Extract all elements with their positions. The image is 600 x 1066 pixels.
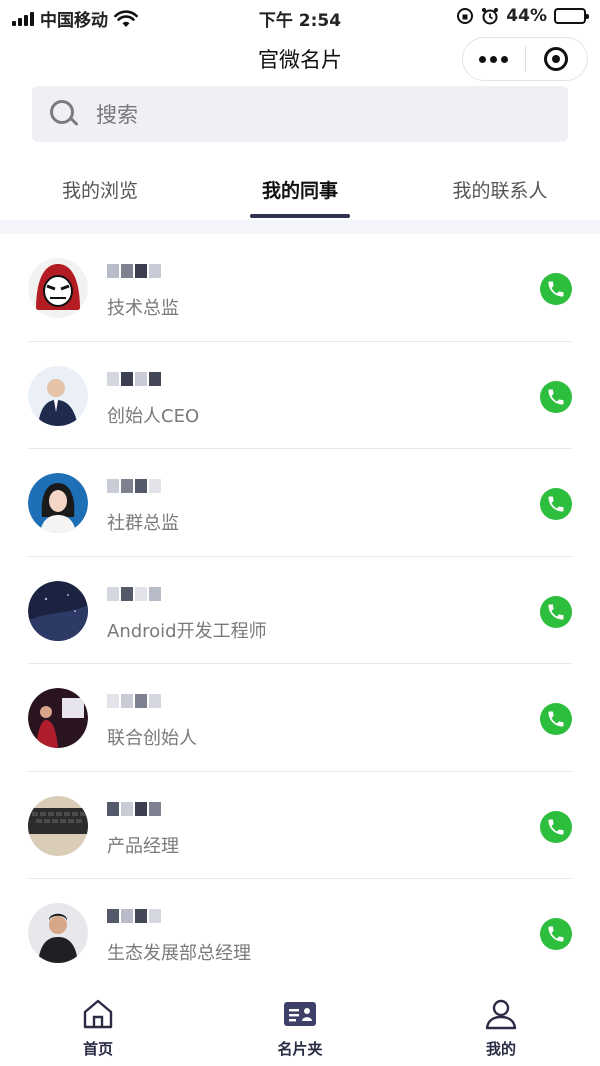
tab-browse[interactable]: 我的浏览: [30, 176, 170, 203]
colleague-title: 生态发展部总经理: [107, 943, 251, 964]
blurred-name: [107, 479, 179, 495]
active-tab-indicator: [250, 214, 350, 218]
blurred-name: [107, 909, 179, 925]
bottom-tab-home[interactable]: 首页: [38, 998, 158, 1059]
card-holder-icon: [284, 1002, 316, 1026]
colleague-row[interactable]: 创始人CEO: [0, 342, 600, 449]
blurred-name: [107, 371, 179, 388]
colleague-row[interactable]: 技术总监: [0, 234, 600, 342]
mini-program-capsule: [462, 37, 588, 81]
bottom-tab-label: 首页: [82, 1040, 113, 1058]
blurred-name: [107, 694, 179, 710]
battery-icon: [554, 8, 589, 24]
battery-percent: 44%: [506, 6, 547, 26]
blurred-name: [107, 801, 179, 818]
user-icon: [485, 999, 517, 1030]
call-button[interactable]: [540, 273, 572, 305]
colleague-title: 创始人CEO: [107, 405, 200, 427]
colleague-row[interactable]: 产品经理: [0, 772, 600, 879]
phone-icon: [548, 711, 564, 727]
status-bar: 中国移动 下午 2:54 44%: [0, 0, 600, 34]
phone-icon: [548, 926, 564, 942]
more-button[interactable]: [463, 55, 525, 63]
colleague-list: 技术总监 创始人CEO 社群总监 Android开发工程师 联合创始人 产品经理…: [0, 234, 600, 987]
phone-icon: [548, 496, 564, 512]
bottom-tab-bar: 首页 名片夹 我的: [0, 986, 600, 1066]
call-button[interactable]: [540, 918, 572, 950]
phone-icon: [548, 281, 564, 297]
orientation-lock-icon: [457, 8, 474, 24]
call-button[interactable]: [540, 488, 572, 520]
colleague-row[interactable]: 联合创始人: [0, 664, 600, 772]
bottom-tab-card-holder[interactable]: 名片夹: [240, 998, 360, 1059]
bottom-tab-mine[interactable]: 我的: [441, 998, 561, 1059]
phone-icon: [548, 819, 564, 834]
close-button[interactable]: [525, 47, 587, 71]
phone-icon: [548, 389, 564, 404]
blurred-name: [107, 264, 179, 280]
colleague-row[interactable]: 生态发展部总经理: [0, 879, 600, 987]
target-icon: [544, 47, 569, 71]
call-button[interactable]: [540, 380, 572, 413]
home-icon: [83, 999, 113, 1029]
avatar: [28, 258, 88, 318]
search-icon: [50, 100, 79, 128]
blurred-name: [107, 586, 179, 603]
tab-bar: 我的浏览 我的同事 我的联系人: [0, 160, 600, 220]
search-bar[interactable]: 搜索: [32, 86, 568, 142]
colleague-row[interactable]: 社群总监: [0, 449, 600, 557]
nav-bar: 官微名片: [0, 34, 600, 84]
tab-colleagues[interactable]: 我的同事: [230, 176, 370, 203]
call-button[interactable]: [540, 595, 572, 628]
colleague-row[interactable]: Android开发工程师: [0, 557, 600, 664]
bottom-tab-label: 我的: [485, 1040, 516, 1058]
avatar: [28, 580, 88, 641]
colleague-title: 技术总监: [107, 298, 179, 319]
colleague-title: 社群总监: [107, 513, 179, 534]
avatar: [28, 903, 88, 963]
avatar: [28, 365, 88, 426]
bottom-tab-label: 名片夹: [277, 1040, 323, 1058]
colleague-title: 联合创始人: [107, 728, 197, 749]
call-button[interactable]: [540, 703, 572, 735]
call-button[interactable]: [540, 810, 572, 843]
avatar: [28, 688, 88, 748]
search-placeholder: 搜索: [96, 103, 138, 127]
avatar: [28, 795, 88, 856]
colleague-title: Android开发工程师: [107, 620, 267, 642]
status-right: 44%: [456, 6, 589, 26]
avatar: [28, 473, 88, 533]
colleague-title: 产品经理: [107, 835, 179, 857]
tab-contacts[interactable]: 我的联系人: [430, 176, 570, 203]
phone-icon: [548, 604, 564, 619]
alarm-icon: [482, 8, 499, 25]
section-divider: [0, 220, 600, 234]
